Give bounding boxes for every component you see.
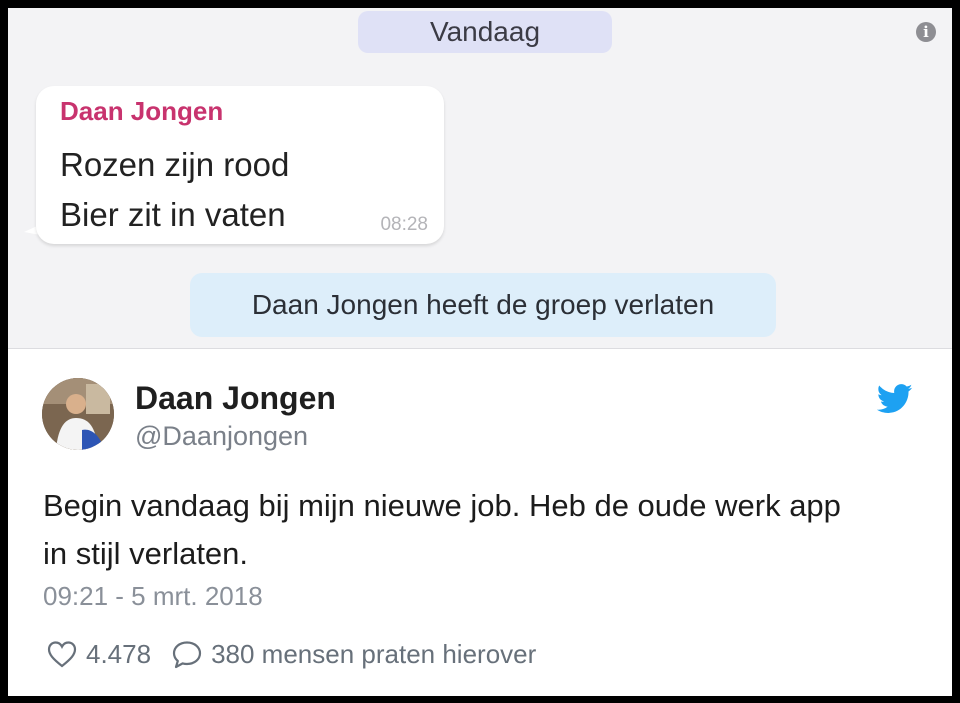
date-separator: Vandaag <box>358 11 612 53</box>
message-line: Bier zit in vaten <box>60 196 286 233</box>
speech-bubble-icon <box>172 641 202 669</box>
avatar[interactable] <box>42 378 114 450</box>
tweet-text-line: in stijl verlaten. <box>43 536 249 571</box>
message-time: 08:28 <box>380 214 428 235</box>
date-label: Vandaag <box>429 16 541 47</box>
chat-section: Vandaag i Daan Jongen Rozen zijn rood Bi… <box>8 8 952 348</box>
system-notice-text: Daan Jongen heeft de groep verlaten <box>251 289 715 320</box>
twitter-bird-icon[interactable] <box>876 384 914 414</box>
avatar-image <box>42 378 114 450</box>
chat-message-bubble[interactable]: Daan Jongen Rozen zijn rood Bier zit in … <box>36 86 444 244</box>
heart-icon <box>47 641 77 668</box>
message-sender: Daan Jongen <box>60 96 224 126</box>
tweet-engagement: 4.478 380 mensen praten hierover <box>46 636 536 672</box>
message-line: Rozen zijn rood <box>60 146 290 183</box>
tweet-author-handle[interactable]: @Daanjongen <box>135 421 308 452</box>
reply-count-label: 380 mensen praten hierover <box>211 638 537 669</box>
system-notice: Daan Jongen heeft de groep verlaten <box>190 273 776 337</box>
reply-button[interactable]: 380 mensen praten hierover <box>171 639 536 670</box>
tweet-timestamp[interactable]: 09:21 - 5 mrt. 2018 <box>43 581 263 612</box>
info-icon[interactable]: i <box>916 22 936 42</box>
screenshot-frame: Vandaag i Daan Jongen Rozen zijn rood Bi… <box>8 8 952 696</box>
like-button[interactable]: 4.478 <box>46 639 151 670</box>
tweet-text-line: Begin vandaag bij mijn nieuwe job. Heb d… <box>43 488 841 523</box>
section-divider <box>8 348 952 349</box>
like-count: 4.478 <box>86 638 152 669</box>
tweet-author-name[interactable]: Daan Jongen <box>135 380 336 417</box>
tweet-text: Begin vandaag bij mijn nieuwe job. Heb d… <box>43 482 923 578</box>
